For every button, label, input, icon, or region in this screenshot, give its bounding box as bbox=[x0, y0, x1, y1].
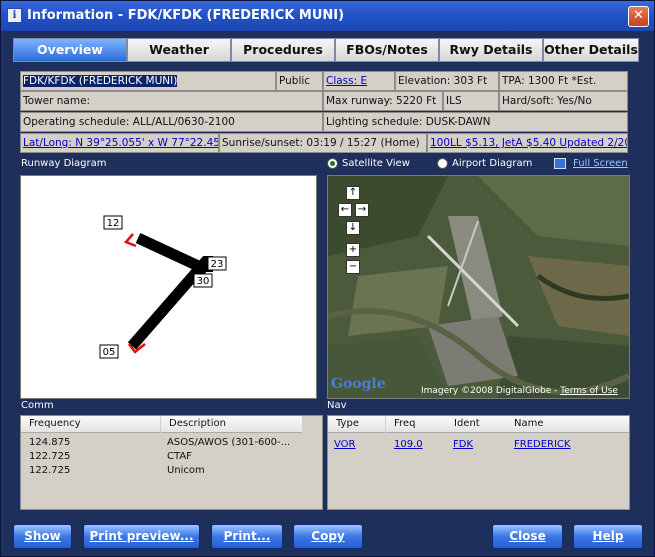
max-runway-field: Max runway: 5220 Ft bbox=[323, 91, 443, 111]
print-button[interactable]: Print... bbox=[211, 524, 283, 549]
airport-diagram-label: Airport Diagram bbox=[452, 158, 533, 169]
lat-long-link[interactable]: Lat/Long: N 39°25.055' x W 77°22.459' bbox=[20, 133, 219, 153]
google-logo: Google bbox=[331, 376, 386, 392]
radio-dot bbox=[330, 161, 335, 166]
operating-schedule-field: Operating schedule: ALL/ALL/0630-2100 bbox=[20, 112, 323, 132]
show-button[interactable]: Show bbox=[13, 524, 72, 549]
comm-header-frequency[interactable]: Frequency bbox=[21, 416, 160, 433]
terms-of-use-link[interactable]: Terms of Use bbox=[560, 386, 618, 396]
pan-down-button[interactable]: ↓ bbox=[346, 221, 360, 235]
imagery-attribution: Imagery ©2008 DigitalGlobe - Terms of Us… bbox=[421, 386, 618, 396]
nav-label: Nav bbox=[327, 400, 347, 411]
ils-field: ILS bbox=[443, 91, 499, 111]
airspace-class-link[interactable]: Class: E bbox=[323, 71, 395, 91]
close-window-button[interactable]: ✕ bbox=[628, 6, 649, 27]
zoom-in-button[interactable]: + bbox=[346, 243, 360, 257]
tab-weather[interactable]: Weather bbox=[127, 38, 231, 62]
runway-diagram-drawing: 12 23 30 05 bbox=[99, 215, 227, 359]
tab-overview[interactable]: Overview bbox=[13, 38, 127, 62]
runway-end-12-label: 12 bbox=[107, 218, 120, 229]
imagery-copyright-text: Imagery ©2008 DigitalGlobe - bbox=[421, 386, 561, 396]
runway-end-23-label: 23 bbox=[211, 259, 224, 270]
satellite-map[interactable]: ↑ ← → ↓ + − Google Imagery ©2008 Digital… bbox=[327, 175, 630, 399]
comm-list[interactable]: Frequency Description 124.875 ASOS/AWOS … bbox=[20, 415, 323, 510]
satellite-imagery bbox=[328, 176, 629, 398]
tab-other-details[interactable]: Other Details bbox=[543, 38, 639, 62]
tab-rwy-details[interactable]: Rwy Details bbox=[439, 38, 543, 62]
airport-name-field[interactable]: FDK/KFDK (FREDERICK MUNI) bbox=[20, 71, 276, 91]
runway-05-23 bbox=[127, 256, 212, 350]
nav-row-1-type[interactable]: VOR bbox=[334, 439, 355, 450]
satellite-view-label: Satellite View bbox=[342, 158, 410, 169]
runway-12-arrow bbox=[123, 233, 137, 248]
nav-row-1-freq[interactable]: 109.0 bbox=[394, 439, 423, 450]
comm-row-3-description: Unicom bbox=[167, 465, 205, 476]
runway-end-30-label: 30 bbox=[197, 276, 210, 287]
tab-bar: Overview Weather Procedures FBOs/Notes R… bbox=[13, 38, 639, 62]
satellite-view-radio[interactable] bbox=[327, 158, 338, 169]
window-title: Information - FDK/KFDK (FREDERICK MUNI) bbox=[27, 8, 345, 23]
copy-button[interactable]: Copy bbox=[293, 524, 363, 549]
pan-up-button[interactable]: ↑ bbox=[346, 186, 360, 200]
fullscreen-icon[interactable] bbox=[554, 158, 566, 169]
tab-procedures[interactable]: Procedures bbox=[231, 38, 335, 62]
comm-header-description[interactable]: Description bbox=[161, 416, 302, 433]
tower-name-field: Tower name: bbox=[20, 91, 323, 111]
tpa-field: TPA: 1300 Ft *Est. bbox=[499, 71, 628, 91]
print-preview-button[interactable]: Print preview... bbox=[83, 524, 200, 549]
nav-header-name[interactable]: Name bbox=[506, 416, 629, 433]
zoom-out-button[interactable]: − bbox=[346, 260, 360, 274]
close-button[interactable]: Close bbox=[492, 524, 563, 549]
airport-diagram-radio[interactable] bbox=[437, 158, 448, 169]
comm-row-2-description: CTAF bbox=[167, 451, 192, 462]
lighting-schedule-field: Lighting schedule: DUSK-DAWN bbox=[323, 112, 628, 132]
help-button[interactable]: Help bbox=[573, 524, 643, 549]
runway-diagram: 12 23 30 05 bbox=[20, 175, 317, 399]
tab-fbos-notes[interactable]: FBOs/Notes bbox=[335, 38, 439, 62]
surface-field: Hard/soft: Yes/No bbox=[499, 91, 628, 111]
information-window: i Information - FDK/KFDK (FREDERICK MUNI… bbox=[0, 0, 655, 557]
nav-header-freq[interactable]: Freq bbox=[386, 416, 446, 433]
runway-diagram-label: Runway Diagram bbox=[21, 158, 107, 169]
comm-row-1-description: ASOS/AWOS (301-600-... bbox=[167, 437, 291, 448]
pan-left-button[interactable]: ← bbox=[338, 203, 352, 217]
airport-use-field: Public bbox=[276, 71, 323, 91]
fuel-prices-link[interactable]: 100LL $5.13, JetA $5.40 Updated 2/20/2 bbox=[427, 133, 628, 153]
nav-list[interactable]: Type Freq Ident Name VOR 109.0 FDK FREDE… bbox=[327, 415, 630, 510]
nav-row-1-name[interactable]: FREDERICK bbox=[514, 439, 570, 450]
comm-row-3-frequency: 122.725 bbox=[29, 465, 71, 476]
comm-row-2-frequency: 122.725 bbox=[29, 451, 71, 462]
comm-label: Comm bbox=[21, 400, 54, 411]
nav-header-type[interactable]: Type bbox=[328, 416, 385, 433]
full-screen-link[interactable]: Full Screen bbox=[573, 158, 628, 169]
comm-row-1-frequency: 124.875 bbox=[29, 437, 71, 448]
elevation-field: Elevation: 303 Ft bbox=[395, 71, 499, 91]
nav-row-1-ident[interactable]: FDK bbox=[453, 439, 473, 450]
nav-header-ident[interactable]: Ident bbox=[446, 416, 506, 433]
airport-name-text: FDK/KFDK (FREDERICK MUNI) bbox=[23, 75, 178, 87]
pan-right-button[interactable]: → bbox=[355, 203, 369, 217]
title-bar[interactable]: i Information - FDK/KFDK (FREDERICK MUNI… bbox=[1, 1, 654, 31]
info-icon: i bbox=[7, 8, 22, 23]
sunrise-sunset-field: Sunrise/sunset: 03:19 / 15:27 (Home) bbox=[219, 133, 427, 153]
runway-end-05-label: 05 bbox=[103, 347, 116, 358]
